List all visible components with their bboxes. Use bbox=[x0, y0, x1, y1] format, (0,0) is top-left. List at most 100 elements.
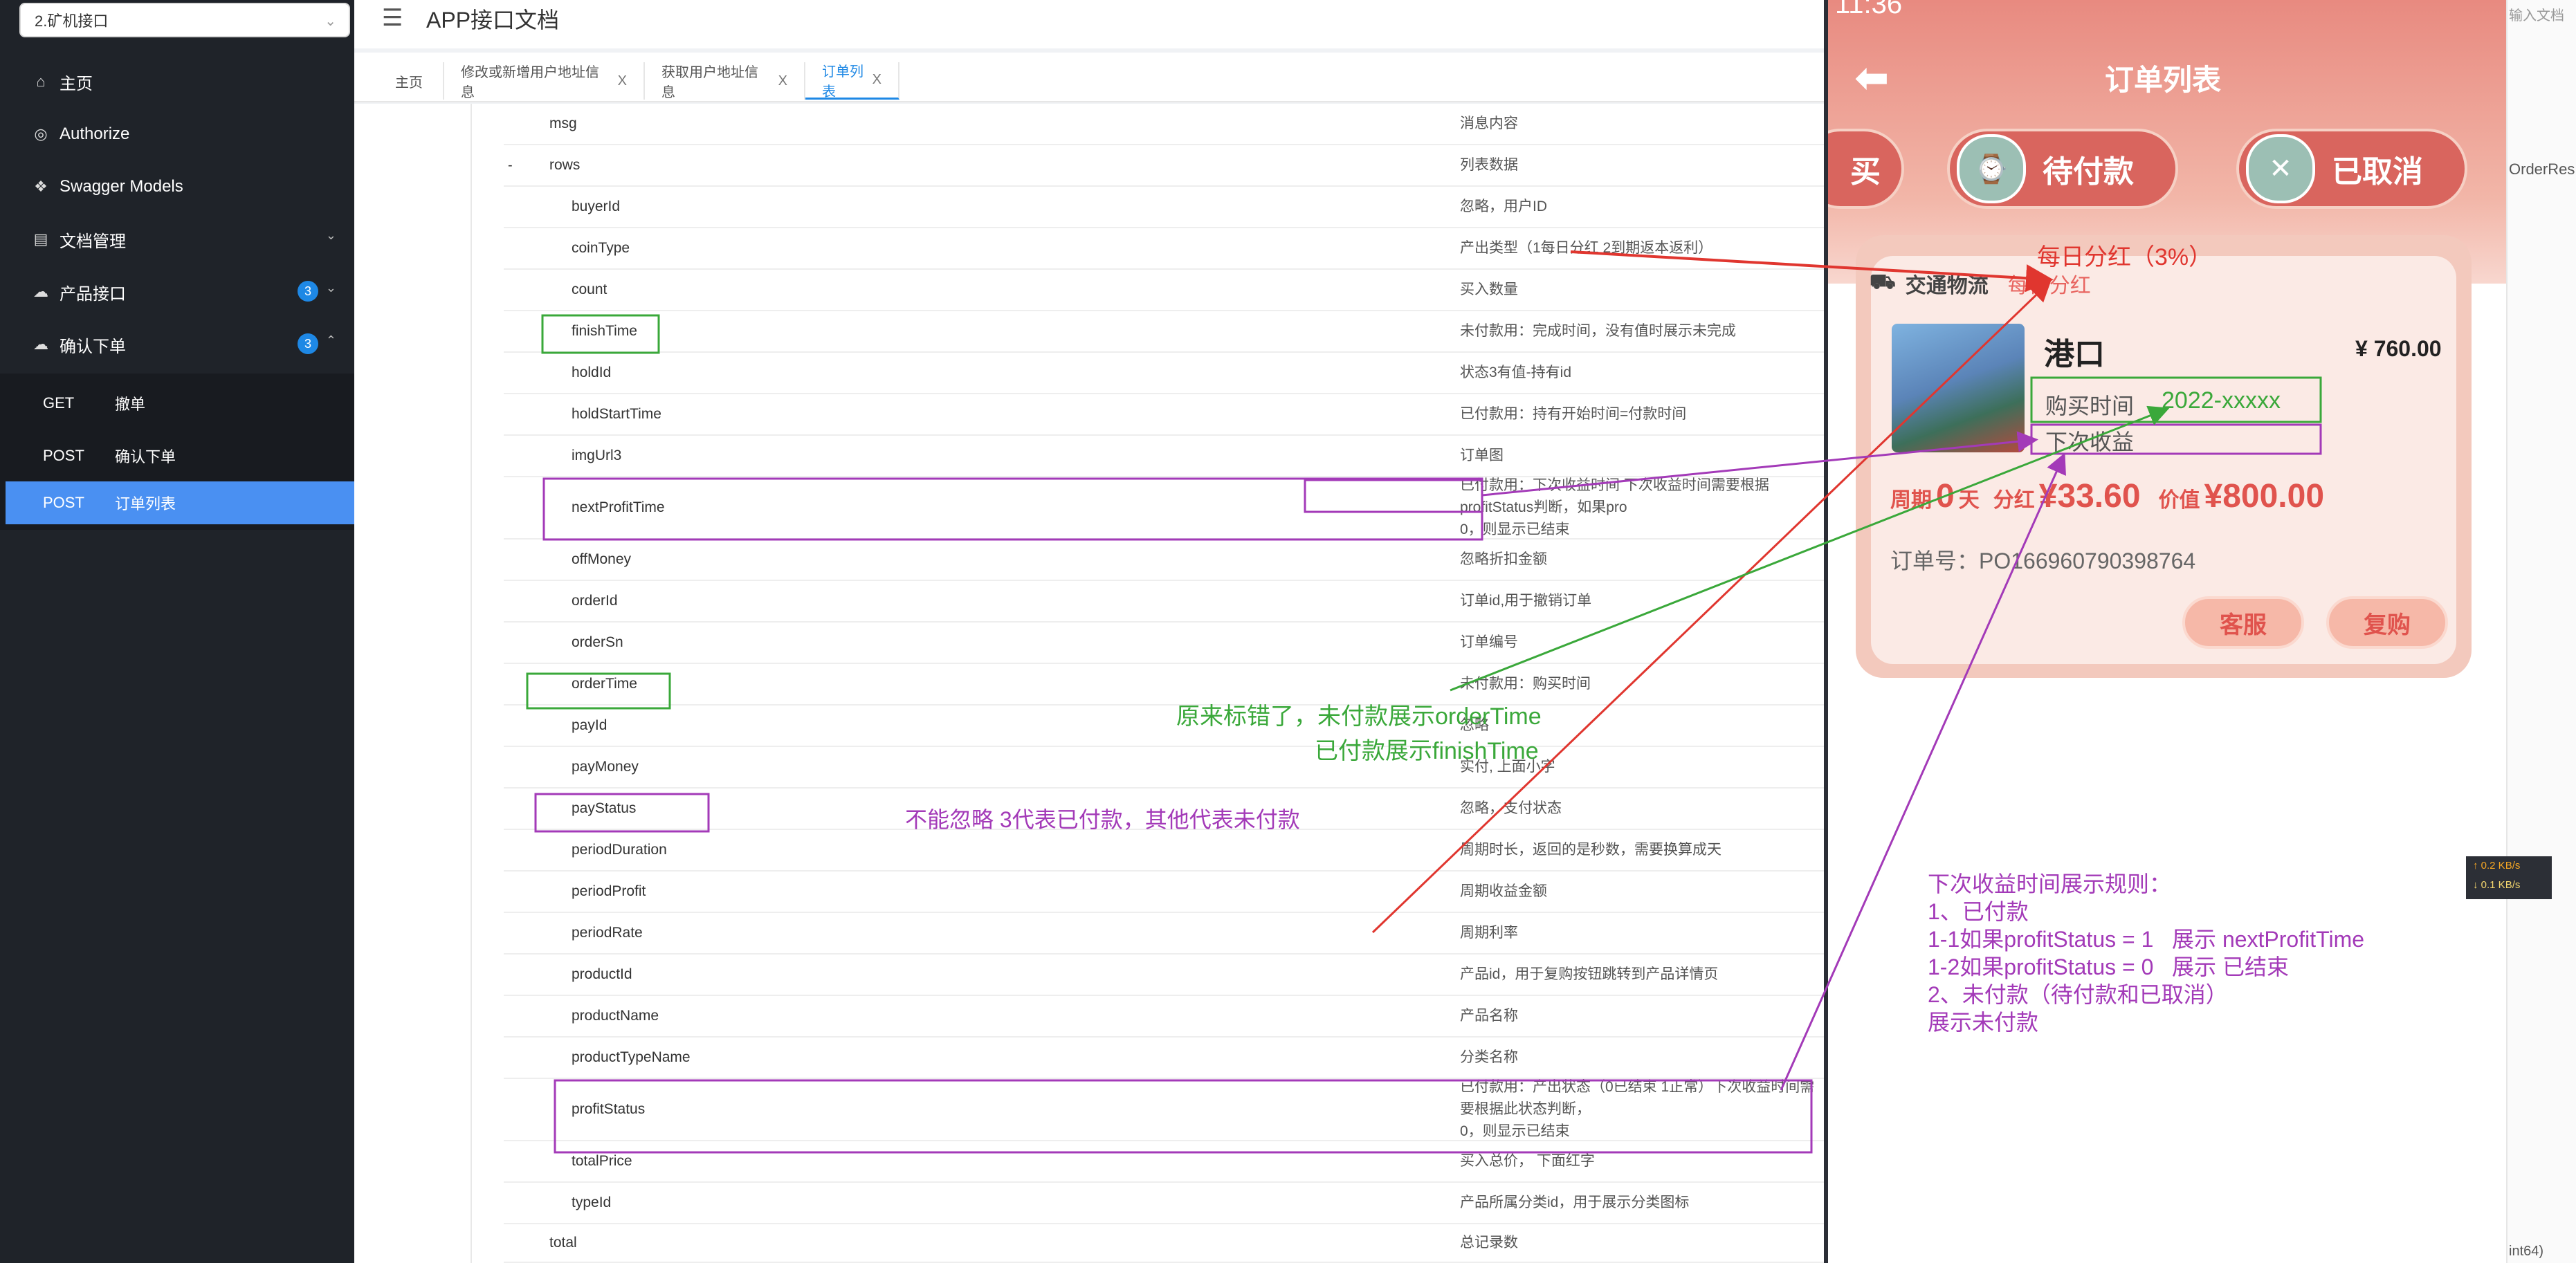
back-arrow-icon[interactable]: ⬅ bbox=[1854, 54, 1889, 102]
tab-home[interactable]: 主页 bbox=[375, 62, 444, 100]
param-desc: 买入总价， 下面红字 bbox=[1460, 1153, 1595, 1169]
param-name: orderSn bbox=[572, 634, 623, 650]
customer-service-button[interactable]: 客服 bbox=[2182, 596, 2304, 649]
cube-icon: ❖ bbox=[34, 178, 48, 195]
param-desc: 状态3有值-持有id bbox=[1460, 365, 1572, 380]
period-prefix: 周期 bbox=[1890, 489, 1932, 512]
sidebar-item-label: 确认下单 bbox=[60, 337, 126, 356]
model-name: OrderRes bbox=[2509, 160, 2575, 178]
sidebar-item-home[interactable]: ⌂ 主页 bbox=[0, 55, 354, 108]
response-params-table: msg 消息内容 - rows 列表数据 buyerId 忽略，用户ID coi… bbox=[354, 104, 1824, 1263]
http-method: POST bbox=[43, 447, 84, 464]
close-icon[interactable]: X bbox=[873, 72, 881, 88]
param-name: total bbox=[549, 1235, 577, 1251]
table-row: profitStatus 已付款用：产出状态（0已结束 1正常）下次收益时间需要… bbox=[504, 1079, 1824, 1141]
table-row: payId 忽略 bbox=[504, 706, 1824, 747]
rules-line: 1-2如果profitStatus = 0 展示 已结束 bbox=[1928, 955, 2289, 979]
sidebar-subitem-label: 确认下单 bbox=[115, 448, 176, 465]
close-icon[interactable]: X bbox=[778, 73, 787, 89]
table-divider bbox=[471, 104, 472, 1263]
table-row: holdStartTime 已付款用：持有开始时间=付款时间 bbox=[504, 394, 1824, 436]
param-name: buyerId bbox=[572, 199, 621, 214]
product-price: ¥ 760.00 bbox=[2355, 336, 2442, 361]
rebuy-button[interactable]: 复购 bbox=[2326, 596, 2448, 649]
sidebar-item-product-api[interactable]: ☁ 产品接口 3 ⌄ bbox=[0, 266, 354, 318]
param-name: rows bbox=[549, 157, 581, 173]
param-name: offMoney bbox=[572, 551, 631, 567]
table-row: imgUrl3 订单图 bbox=[504, 436, 1824, 477]
http-method: POST bbox=[43, 494, 84, 511]
param-name: periodRate bbox=[572, 925, 643, 941]
param-desc: 列表数据 bbox=[1460, 157, 1518, 173]
group-select[interactable]: 2.矿机接口 ⌄ bbox=[19, 3, 350, 37]
rules-line: 下次收益时间展示规则： bbox=[1928, 872, 2172, 896]
phone-tab-label: 已取消 bbox=[2332, 155, 2423, 189]
cancel-icon: ✕ bbox=[2246, 134, 2315, 203]
param-desc: 周期收益金额 bbox=[1460, 883, 1547, 899]
rules-line: 展示未付款 bbox=[1928, 1010, 2039, 1035]
param-desc: 忽略，支付状态 bbox=[1460, 800, 1562, 816]
cloud-icon: ☁ bbox=[33, 283, 48, 300]
table-row: periodProfit 周期收益金额 bbox=[504, 872, 1824, 913]
chevron-down-icon: ⌄ bbox=[325, 281, 336, 295]
param-name: periodProfit bbox=[572, 883, 646, 899]
table-row: periodDuration 周期时长，返回的是秒数，需要换算成天 bbox=[504, 830, 1824, 872]
sidebar-subitem-cancel-order[interactable]: GET 撤单 bbox=[6, 382, 354, 425]
table-row: productName 产品名称 bbox=[504, 996, 1824, 1038]
lock-icon: ◎ bbox=[34, 125, 48, 142]
param-name: coinType bbox=[572, 240, 630, 256]
phone-tab-pending-payment[interactable]: ⌚ 待付款 bbox=[1947, 129, 2178, 209]
tab-modify-address[interactable]: 修改或新增用户地址信息 X bbox=[444, 62, 645, 100]
sidebar-item-label: Swagger Models bbox=[60, 177, 183, 196]
tab-order-list[interactable]: 订单列表 X bbox=[805, 62, 899, 100]
sidebar-item-label: Authorize bbox=[60, 125, 130, 143]
sidebar-subitem-order-list[interactable]: POST 订单列表 bbox=[6, 481, 354, 524]
param-desc: 周期利率 bbox=[1460, 925, 1518, 941]
coin-type-label: 每日分红 bbox=[2007, 275, 2091, 297]
param-name: orderId bbox=[572, 593, 618, 609]
sidebar-item-confirm-order[interactable]: ☁ 确认下单 3 ⌃ bbox=[0, 318, 354, 371]
param-name: productName bbox=[572, 1008, 659, 1024]
right-doc-strip: 输入文档 OrderRes int64) bbox=[2506, 0, 2576, 1263]
status-time: 11:36 bbox=[1835, 0, 1903, 19]
tab-get-address[interactable]: 获取用户地址信息 X bbox=[645, 62, 805, 100]
param-desc: 产出类型（1每日分红 2到期返本返利） bbox=[1460, 240, 1713, 256]
param-name: periodDuration bbox=[572, 842, 667, 858]
menu-fold-icon[interactable]: ☰ bbox=[382, 4, 403, 32]
tab-label: 获取用户地址信息 bbox=[661, 65, 758, 100]
sidebar-item-doc-management[interactable]: ▤ 文档管理 ⌄ bbox=[0, 213, 354, 266]
collapse-toggle[interactable]: - bbox=[508, 145, 513, 185]
phone-tab-label: 买 bbox=[1850, 155, 1881, 189]
annotation-mislabeled-1: 原来标错了，未付款展示orderTime bbox=[1176, 703, 1542, 730]
phone-tab-cancelled[interactable]: ✕ 已取消 bbox=[2236, 129, 2467, 209]
param-desc: 已付款用：持有开始时间=付款时间 bbox=[1460, 406, 1687, 422]
table-row: orderId 订单id,用于撤销订单 bbox=[504, 581, 1824, 623]
sidebar-item-authorize[interactable]: ◎ Authorize bbox=[0, 108, 354, 160]
http-method: GET bbox=[43, 394, 75, 412]
table-row: finishTime 未付款用：完成时间，没有值时展示未完成 bbox=[504, 311, 1824, 353]
param-desc: 产品id，用于复购按钮跳转到产品详情页 bbox=[1460, 966, 1719, 982]
tab-label: 修改或新增用户地址信息 bbox=[461, 65, 599, 100]
param-desc: 分类名称 bbox=[1460, 1049, 1518, 1065]
sidebar-subitem-confirm-order[interactable]: POST 确认下单 bbox=[6, 434, 354, 477]
group-select-value: 2.矿机接口 bbox=[35, 12, 109, 30]
sidebar-item-swagger-models[interactable]: ❖ Swagger Models bbox=[0, 160, 354, 213]
document-icon: ▤ bbox=[33, 230, 48, 248]
param-desc: 消息内容 bbox=[1460, 116, 1518, 131]
param-desc: 已付款用：下次收益时间 下次收益时间需要根据profitStatus判断，如果p… bbox=[1460, 477, 1769, 537]
cloud-icon: ☁ bbox=[33, 335, 48, 353]
param-desc: 周期时长，返回的是秒数，需要换算成天 bbox=[1460, 842, 1721, 858]
param-desc: 订单编号 bbox=[1460, 634, 1518, 650]
phone-tab-buy[interactable]: 买 bbox=[1828, 129, 1904, 209]
sidebar-item-label: 主页 bbox=[60, 74, 93, 93]
sidebar: 2.矿机接口 ⌄ ⌂ 主页 ◎ Authorize ❖ Swagger Mode… bbox=[0, 0, 354, 1263]
param-name: typeId bbox=[572, 1195, 612, 1210]
rules-line: 1、已付款 bbox=[1928, 899, 2029, 924]
download-speed: ↓ 0.1 KB/s bbox=[2473, 879, 2521, 891]
param-name: totalPrice bbox=[572, 1153, 632, 1169]
clock-document-icon: ⌚ bbox=[1957, 134, 2026, 203]
close-icon[interactable]: X bbox=[618, 73, 627, 89]
param-name: nextProfitTime bbox=[572, 499, 665, 515]
product-name: 港口 bbox=[2044, 338, 2105, 371]
annotation-buy-time-value: 2022-xxxxx bbox=[2162, 387, 2281, 414]
